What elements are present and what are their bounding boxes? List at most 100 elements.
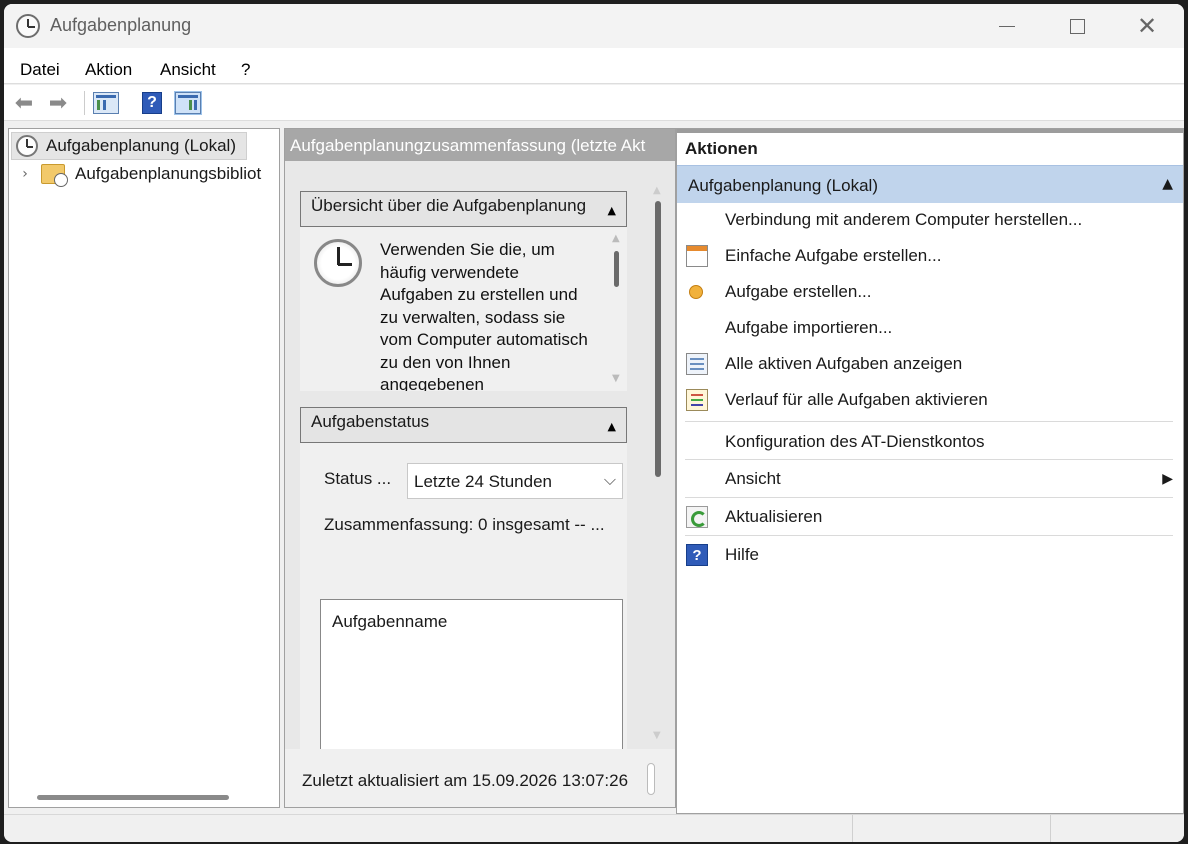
actions-group-label: Aufgabenplanung (Lokal) [688,176,878,195]
status-period-value: Letzte 24 Stunden [414,472,553,491]
status-bar-divider [852,815,853,842]
action-create-basic-task[interactable]: Einfache Aufgabe erstellen... [677,239,1183,273]
tree-item-task-scheduler-local[interactable]: Aufgabenplanung (Lokal) [11,132,247,160]
maximize-button[interactable] [1042,4,1112,48]
show-hide-action-pane-button[interactable] [174,89,202,117]
create-task-icon [689,285,703,299]
action-label: Aufgabe erstellen... [725,282,872,301]
last-refreshed-text: Zuletzt aktualisiert am 15.09.2026 13:07… [302,771,629,790]
refresh-indicator [647,763,655,795]
status-bar [4,814,1184,842]
menu-datei[interactable]: Datei [20,60,60,80]
forward-arrow-icon: ➡ [48,90,68,116]
overview-scrollbar[interactable]: ▲ ▼ [611,233,623,384]
action-show-running-tasks[interactable]: Alle aktiven Aufgaben anzeigen [677,347,1183,381]
actions-divider [685,459,1173,460]
chevron-down-icon: ⌵ [603,470,616,489]
scroll-down-icon[interactable]: ▼ [653,730,661,741]
action-create-task[interactable]: Aufgabe erstellen... [677,275,1183,309]
toolbar: ⬅ ➡ ? [4,85,1184,121]
section-title: Übersicht über die Aufgabenplanung [311,196,587,215]
submenu-arrow-icon: ▶ [1162,471,1173,487]
minimize-icon [999,25,1015,27]
refresh-icon [686,506,708,528]
actions-top-border [677,129,1183,133]
action-import-task[interactable]: Aufgabe importieren... [677,311,1183,345]
column-header-task-name[interactable]: Aufgabenname [332,612,447,632]
actions-divider [685,535,1173,536]
task-list-icon [686,353,708,375]
menu-help[interactable]: ? [241,60,250,80]
close-icon: ✕ [1136,12,1158,40]
status-bar-divider [1050,815,1051,842]
scroll-down-icon[interactable]: ▼ [612,373,620,384]
action-label: Ansicht [725,469,781,488]
section-title: Aufgabenstatus [311,412,430,431]
summary-pane: Aufgabenplanungzusammenfassung (letzte A… [284,128,676,808]
task-scheduler-clock-icon [16,14,40,38]
chevron-right-icon[interactable]: › [17,166,33,182]
scroll-up-icon[interactable]: ▲ [653,185,661,196]
action-enable-history[interactable]: Verlauf für alle Aufgaben aktivieren [677,383,1183,417]
help-icon: ? [686,544,708,566]
actions-divider [685,497,1173,498]
maximize-icon [1069,18,1085,34]
actions-divider [685,421,1173,422]
scroll-thumb[interactable] [655,201,661,477]
scroll-up-icon[interactable]: ▲ [612,233,620,244]
action-connect-computer[interactable]: Verbindung mit anderem Computer herstell… [677,203,1183,237]
action-label: Hilfe [725,545,760,564]
action-at-service-config[interactable]: Konfiguration des AT-Dienstkontos [677,425,1183,459]
clock-icon [16,135,38,157]
menu-aktion[interactable]: Aktion [85,60,132,80]
action-label: Alle aktiven Aufgaben anzeigen [725,354,963,373]
toolbar-separator [84,91,85,115]
overview-section-header[interactable]: Übersicht über die Aufgabenplanung ▲ [300,191,627,227]
action-label: Verlauf für alle Aufgaben aktivieren [725,390,988,409]
folder-clock-icon [41,164,68,187]
action-view[interactable]: Ansicht ▶ [677,462,1183,496]
menu-ansicht[interactable]: Ansicht [160,60,216,80]
tree-item-task-library[interactable]: › Aufgabenplanungsbibliot [17,160,261,188]
actions-title: Aktionen [685,139,758,158]
tree-item-label: Aufgabenplanung (Lokal) [46,136,236,155]
task-status-section-header[interactable]: Aufgabenstatus ▲ [300,407,627,443]
calendar-clock-icon [686,245,708,267]
status-summary: Zusammenfassung: 0 insgesamt -- ... [324,515,605,534]
summary-header: Aufgabenplanungzusammenfassung (letzte A… [285,129,675,161]
action-label: Aktualisieren [725,507,823,526]
help-icon: ? [142,92,162,114]
show-hide-action-pane-icon [174,91,202,115]
action-label: Verbindung mit anderem Computer herstell… [725,210,1083,229]
window-title: Aufgabenplanung [50,15,192,35]
action-refresh[interactable]: Aktualisieren [677,500,1183,534]
close-button[interactable]: ✕ [1112,4,1182,48]
minimize-button[interactable] [972,4,1042,48]
overview-section-body: Verwenden Sie die, um häufig verwendete … [300,227,627,391]
action-help[interactable]: ? Hilfe [677,538,1183,572]
show-hide-console-tree-button[interactable] [92,89,120,117]
summary-footer: Zuletzt aktualisiert am 15.09.2026 13:07… [285,749,675,807]
action-label: Einfache Aufgabe erstellen... [725,246,942,265]
console-tree: Aufgabenplanung (Lokal) › Aufgabenplanun… [8,128,280,808]
forward-button[interactable]: ➡ [44,89,72,117]
menu-bar: Datei Aktion Ansicht ? [4,48,1184,84]
task-list[interactable]: Aufgabenname [320,599,623,769]
collapse-icon[interactable]: ▲ [608,204,616,217]
collapse-icon[interactable]: ▲ [608,420,616,433]
help-button[interactable]: ? [138,89,166,117]
main-window: Aufgabenplanung ✕ Datei Aktion Ansicht ?… [4,4,1184,842]
horizontal-scrollbar[interactable] [37,795,229,800]
scroll-thumb[interactable] [614,251,619,287]
status-period-select[interactable]: Letzte 24 Stunden ⌵ [407,463,623,499]
summary-scrollbar[interactable]: ▲ ▼ [653,185,663,745]
show-hide-console-tree-icon [93,92,119,114]
actions-group-header[interactable]: Aufgabenplanung (Lokal) ▲ [677,165,1183,203]
status-label: Status ... [324,469,392,488]
action-label: Aufgabe importieren... [725,318,893,337]
back-button[interactable]: ⬅ [10,89,38,117]
tree-item-label: Aufgabenplanungsbibliot [75,164,262,183]
title-bar: Aufgabenplanung ✕ [4,4,1184,48]
collapse-icon[interactable]: ▲ [1162,176,1173,192]
action-label: Konfiguration des AT-Dienstkontos [725,432,985,451]
